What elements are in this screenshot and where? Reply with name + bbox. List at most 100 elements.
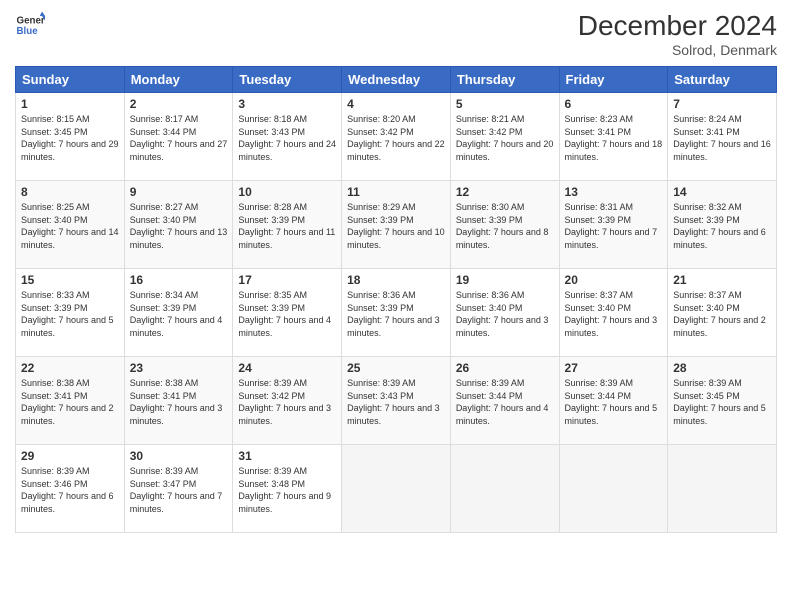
day-cell-19: 19 Sunrise: 8:36 AM Sunset: 3:40 PM Dayl… <box>450 269 559 357</box>
day-info: Sunrise: 8:34 AM Sunset: 3:39 PM Dayligh… <box>130 289 228 339</box>
day-info: Sunrise: 8:31 AM Sunset: 3:39 PM Dayligh… <box>565 201 663 251</box>
day-cell-14: 14 Sunrise: 8:32 AM Sunset: 3:39 PM Dayl… <box>668 181 777 269</box>
day-info: Sunrise: 8:21 AM Sunset: 3:42 PM Dayligh… <box>456 113 554 163</box>
day-cell-9: 9 Sunrise: 8:27 AM Sunset: 3:40 PM Dayli… <box>124 181 233 269</box>
day-info: Sunrise: 8:35 AM Sunset: 3:39 PM Dayligh… <box>238 289 336 339</box>
day-cell-30: 30 Sunrise: 8:39 AM Sunset: 3:47 PM Dayl… <box>124 445 233 533</box>
logo: General Blue <box>15 10 45 40</box>
day-cell-2: 2 Sunrise: 8:17 AM Sunset: 3:44 PM Dayli… <box>124 93 233 181</box>
day-info: Sunrise: 8:39 AM Sunset: 3:42 PM Dayligh… <box>238 377 336 427</box>
day-cell-18: 18 Sunrise: 8:36 AM Sunset: 3:39 PM Dayl… <box>342 269 451 357</box>
day-number: 25 <box>347 361 445 375</box>
day-cell-23: 23 Sunrise: 8:38 AM Sunset: 3:41 PM Dayl… <box>124 357 233 445</box>
svg-text:General: General <box>17 16 46 27</box>
day-cell-10: 10 Sunrise: 8:28 AM Sunset: 3:39 PM Dayl… <box>233 181 342 269</box>
day-info: Sunrise: 8:15 AM Sunset: 3:45 PM Dayligh… <box>21 113 119 163</box>
day-cell-16: 16 Sunrise: 8:34 AM Sunset: 3:39 PM Dayl… <box>124 269 233 357</box>
day-number: 18 <box>347 273 445 287</box>
svg-text:Blue: Blue <box>17 26 39 37</box>
day-number: 13 <box>565 185 663 199</box>
day-number: 21 <box>673 273 771 287</box>
day-cell-5: 5 Sunrise: 8:21 AM Sunset: 3:42 PM Dayli… <box>450 93 559 181</box>
day-cell-24: 24 Sunrise: 8:39 AM Sunset: 3:42 PM Dayl… <box>233 357 342 445</box>
day-number: 3 <box>238 97 336 111</box>
col-tuesday: Tuesday <box>233 67 342 93</box>
day-number: 5 <box>456 97 554 111</box>
day-number: 9 <box>130 185 228 199</box>
calendar-week-5: 29 Sunrise: 8:39 AM Sunset: 3:46 PM Dayl… <box>16 445 777 533</box>
day-cell-3: 3 Sunrise: 8:18 AM Sunset: 3:43 PM Dayli… <box>233 93 342 181</box>
day-number: 31 <box>238 449 336 463</box>
day-cell-12: 12 Sunrise: 8:30 AM Sunset: 3:39 PM Dayl… <box>450 181 559 269</box>
day-cell-28: 28 Sunrise: 8:39 AM Sunset: 3:45 PM Dayl… <box>668 357 777 445</box>
col-friday: Friday <box>559 67 668 93</box>
day-cell-15: 15 Sunrise: 8:33 AM Sunset: 3:39 PM Dayl… <box>16 269 125 357</box>
day-number: 4 <box>347 97 445 111</box>
day-cell-22: 22 Sunrise: 8:38 AM Sunset: 3:41 PM Dayl… <box>16 357 125 445</box>
col-saturday: Saturday <box>668 67 777 93</box>
day-info: Sunrise: 8:39 AM Sunset: 3:44 PM Dayligh… <box>456 377 554 427</box>
day-info: Sunrise: 8:18 AM Sunset: 3:43 PM Dayligh… <box>238 113 336 163</box>
day-number: 29 <box>21 449 119 463</box>
day-cell-20: 20 Sunrise: 8:37 AM Sunset: 3:40 PM Dayl… <box>559 269 668 357</box>
day-number: 16 <box>130 273 228 287</box>
calendar-table: Sunday Monday Tuesday Wednesday Thursday… <box>15 66 777 533</box>
day-number: 30 <box>130 449 228 463</box>
day-cell-27: 27 Sunrise: 8:39 AM Sunset: 3:44 PM Dayl… <box>559 357 668 445</box>
day-number: 20 <box>565 273 663 287</box>
col-monday: Monday <box>124 67 233 93</box>
month-title: December 2024 <box>578 10 777 42</box>
calendar-header-row: Sunday Monday Tuesday Wednesday Thursday… <box>16 67 777 93</box>
day-cell-13: 13 Sunrise: 8:31 AM Sunset: 3:39 PM Dayl… <box>559 181 668 269</box>
day-number: 28 <box>673 361 771 375</box>
page: General Blue December 2024 Solrod, Denma… <box>0 0 792 612</box>
calendar-week-3: 15 Sunrise: 8:33 AM Sunset: 3:39 PM Dayl… <box>16 269 777 357</box>
day-number: 11 <box>347 185 445 199</box>
day-info: Sunrise: 8:38 AM Sunset: 3:41 PM Dayligh… <box>21 377 119 427</box>
day-cell-7: 7 Sunrise: 8:24 AM Sunset: 3:41 PM Dayli… <box>668 93 777 181</box>
day-number: 2 <box>130 97 228 111</box>
subtitle: Solrod, Denmark <box>578 42 777 58</box>
empty-cell <box>668 445 777 533</box>
day-number: 19 <box>456 273 554 287</box>
day-info: Sunrise: 8:39 AM Sunset: 3:43 PM Dayligh… <box>347 377 445 427</box>
day-info: Sunrise: 8:28 AM Sunset: 3:39 PM Dayligh… <box>238 201 336 251</box>
day-number: 1 <box>21 97 119 111</box>
day-cell-21: 21 Sunrise: 8:37 AM Sunset: 3:40 PM Dayl… <box>668 269 777 357</box>
calendar-week-1: 1 Sunrise: 8:15 AM Sunset: 3:45 PM Dayli… <box>16 93 777 181</box>
day-number: 22 <box>21 361 119 375</box>
day-cell-6: 6 Sunrise: 8:23 AM Sunset: 3:41 PM Dayli… <box>559 93 668 181</box>
empty-cell <box>450 445 559 533</box>
header: General Blue December 2024 Solrod, Denma… <box>15 10 777 58</box>
day-cell-4: 4 Sunrise: 8:20 AM Sunset: 3:42 PM Dayli… <box>342 93 451 181</box>
col-wednesday: Wednesday <box>342 67 451 93</box>
day-info: Sunrise: 8:39 AM Sunset: 3:47 PM Dayligh… <box>130 465 228 515</box>
day-info: Sunrise: 8:38 AM Sunset: 3:41 PM Dayligh… <box>130 377 228 427</box>
day-number: 15 <box>21 273 119 287</box>
day-number: 26 <box>456 361 554 375</box>
day-info: Sunrise: 8:25 AM Sunset: 3:40 PM Dayligh… <box>21 201 119 251</box>
day-cell-1: 1 Sunrise: 8:15 AM Sunset: 3:45 PM Dayli… <box>16 93 125 181</box>
day-info: Sunrise: 8:36 AM Sunset: 3:39 PM Dayligh… <box>347 289 445 339</box>
day-number: 6 <box>565 97 663 111</box>
day-number: 24 <box>238 361 336 375</box>
day-cell-25: 25 Sunrise: 8:39 AM Sunset: 3:43 PM Dayl… <box>342 357 451 445</box>
day-info: Sunrise: 8:33 AM Sunset: 3:39 PM Dayligh… <box>21 289 119 339</box>
logo-icon: General Blue <box>15 10 45 40</box>
day-cell-29: 29 Sunrise: 8:39 AM Sunset: 3:46 PM Dayl… <box>16 445 125 533</box>
col-sunday: Sunday <box>16 67 125 93</box>
day-info: Sunrise: 8:39 AM Sunset: 3:44 PM Dayligh… <box>565 377 663 427</box>
day-info: Sunrise: 8:32 AM Sunset: 3:39 PM Dayligh… <box>673 201 771 251</box>
day-number: 27 <box>565 361 663 375</box>
day-number: 23 <box>130 361 228 375</box>
day-info: Sunrise: 8:23 AM Sunset: 3:41 PM Dayligh… <box>565 113 663 163</box>
day-info: Sunrise: 8:20 AM Sunset: 3:42 PM Dayligh… <box>347 113 445 163</box>
day-number: 17 <box>238 273 336 287</box>
day-number: 7 <box>673 97 771 111</box>
day-cell-8: 8 Sunrise: 8:25 AM Sunset: 3:40 PM Dayli… <box>16 181 125 269</box>
empty-cell <box>559 445 668 533</box>
day-info: Sunrise: 8:27 AM Sunset: 3:40 PM Dayligh… <box>130 201 228 251</box>
col-thursday: Thursday <box>450 67 559 93</box>
day-number: 14 <box>673 185 771 199</box>
day-cell-11: 11 Sunrise: 8:29 AM Sunset: 3:39 PM Dayl… <box>342 181 451 269</box>
